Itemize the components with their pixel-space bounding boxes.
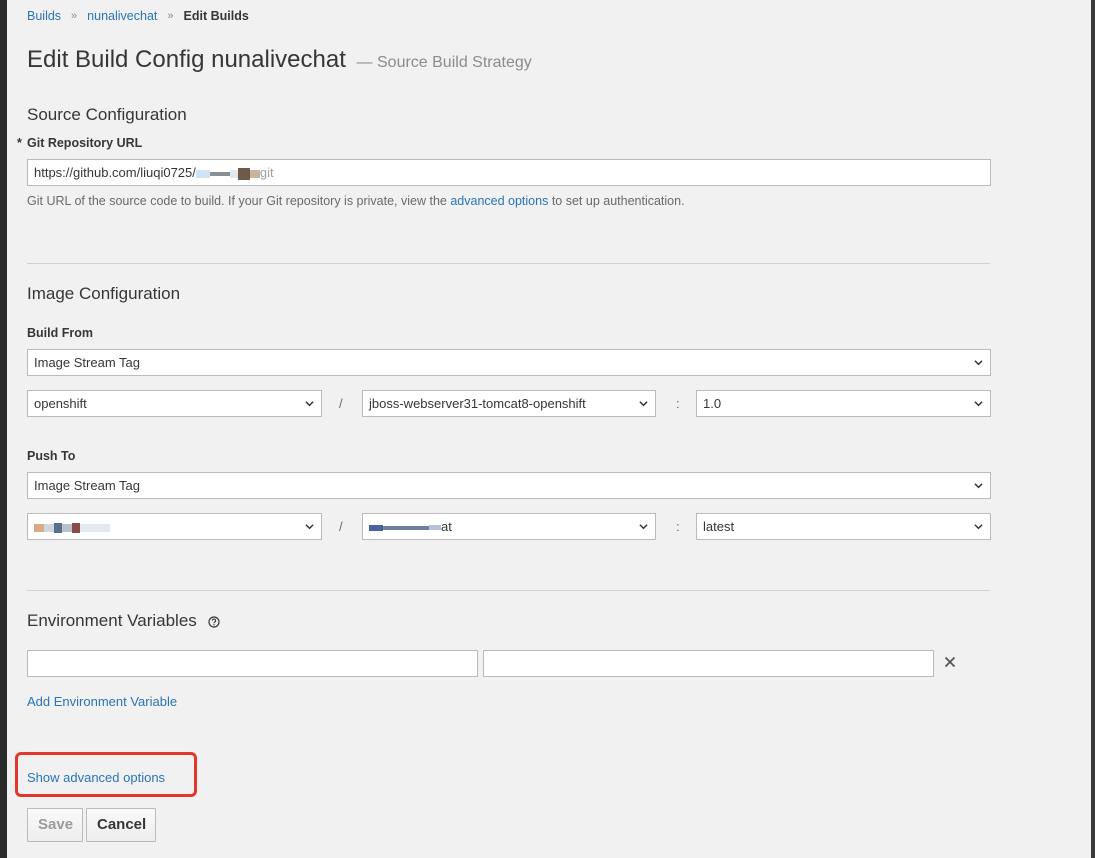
push-to-tag-select[interactable]: latest: [696, 513, 991, 540]
build-from-label: Build From: [27, 326, 93, 340]
image-config-heading: Image Configuration: [27, 284, 181, 303]
push-to-tag-value: latest: [703, 519, 735, 534]
breadcrumb: Builds » nunalivechat » Edit Builds: [27, 9, 249, 23]
build-from-tag-select[interactable]: 1.0: [696, 390, 991, 417]
redacted-text: [369, 524, 383, 531]
namespace-separator: /: [339, 396, 343, 411]
question-circle-icon[interactable]: [207, 615, 220, 628]
redacted-text: [229, 169, 238, 178]
namespace-separator: /: [339, 519, 343, 534]
redacted-text: [62, 523, 72, 532]
push-to-label: Push To: [27, 449, 76, 463]
redacted-text: [80, 523, 110, 532]
redacted-text: [54, 522, 62, 533]
page-title-main: Edit Build Config nunalivechat: [27, 46, 346, 73]
git-url-help: Git URL of the source code to build. If …: [27, 194, 685, 208]
chevron-down-icon: [305, 401, 314, 407]
env-vars-heading: Environment Variables: [27, 611, 220, 631]
push-to-kind-select[interactable]: Image Stream Tag: [27, 472, 991, 499]
page-subtitle: — Source Build Strategy: [356, 54, 532, 71]
chevron-down-icon: [974, 483, 983, 489]
cancel-button[interactable]: Cancel: [86, 808, 156, 842]
edit-build-page: Builds » nunalivechat » Edit Builds Edit…: [7, 0, 1091, 858]
tag-separator: :: [676, 396, 680, 411]
git-url-label: * Git Repository URL: [17, 136, 143, 150]
add-env-var-link[interactable]: Add Environment Variable: [27, 694, 177, 709]
build-from-tag-value: 1.0: [703, 396, 722, 411]
build-from-kind-value: Image Stream Tag: [34, 355, 140, 370]
push-to-stream-select[interactable]: at: [362, 513, 656, 540]
show-advanced-options-link[interactable]: Show advanced options: [27, 770, 165, 785]
build-from-kind-select[interactable]: Image Stream Tag: [27, 349, 991, 376]
env-vars-heading-text: Environment Variables: [27, 611, 197, 630]
breadcrumb-build-config[interactable]: nunalivechat: [87, 9, 157, 23]
required-marker: *: [17, 136, 22, 150]
git-url-help-text: Git URL of the source code to build. If …: [27, 194, 451, 208]
chevron-down-icon: [305, 524, 314, 530]
push-to-kind-value: Image Stream Tag: [34, 478, 140, 493]
save-button[interactable]: Save: [27, 808, 83, 842]
source-config-heading: Source Configuration: [27, 105, 187, 124]
git-url-label-text: Git Repository URL: [27, 136, 143, 150]
redacted-text: [429, 525, 441, 531]
window-right-edge: [1091, 0, 1095, 858]
chevron-down-icon: [639, 401, 648, 407]
redacted-text: [383, 525, 429, 530]
env-var-value-input[interactable]: [483, 650, 934, 677]
redacted-text: [34, 523, 44, 532]
redacted-text: [249, 169, 260, 178]
redacted-text: [209, 171, 230, 176]
page-title: Edit Build Config nunalivechat — Source …: [27, 46, 532, 74]
redacted-text: [195, 169, 210, 178]
close-icon[interactable]: [944, 656, 956, 668]
breadcrumb-builds[interactable]: Builds: [27, 9, 61, 23]
env-var-name-input[interactable]: [27, 650, 478, 677]
breadcrumb-current: Edit Builds: [183, 9, 249, 23]
breadcrumb-separator: »: [167, 10, 174, 22]
window-left-edge: [0, 0, 7, 858]
redacted-text: [44, 523, 54, 532]
chevron-down-icon: [974, 401, 983, 407]
build-from-namespace-select[interactable]: openshift: [27, 390, 322, 417]
redacted-text: [72, 522, 80, 533]
build-from-namespace-value: openshift: [34, 396, 87, 411]
build-from-stream-select[interactable]: jboss-webserver31-tomcat8-openshift: [362, 390, 656, 417]
section-divider: [27, 263, 990, 264]
build-from-stream-value: jboss-webserver31-tomcat8-openshift: [369, 396, 586, 411]
git-url-value: https://github.com/liuqi0725/: [34, 165, 196, 180]
git-url-input[interactable]: https://github.com/liuqi0725/git: [27, 159, 991, 186]
section-divider: [27, 590, 990, 591]
git-url-value-tail: git: [259, 165, 274, 180]
chevron-down-icon: [639, 524, 648, 530]
push-to-stream-value-tail: at: [441, 519, 452, 534]
redacted-text: [237, 167, 250, 180]
chevron-down-icon: [974, 524, 983, 530]
chevron-down-icon: [974, 360, 983, 366]
advanced-options-inline-link[interactable]: advanced options: [450, 194, 548, 208]
git-url-help-text-end: to set up authentication.: [548, 194, 685, 208]
push-to-namespace-select[interactable]: [27, 513, 322, 540]
breadcrumb-separator: »: [71, 10, 78, 22]
tag-separator: :: [676, 519, 680, 534]
